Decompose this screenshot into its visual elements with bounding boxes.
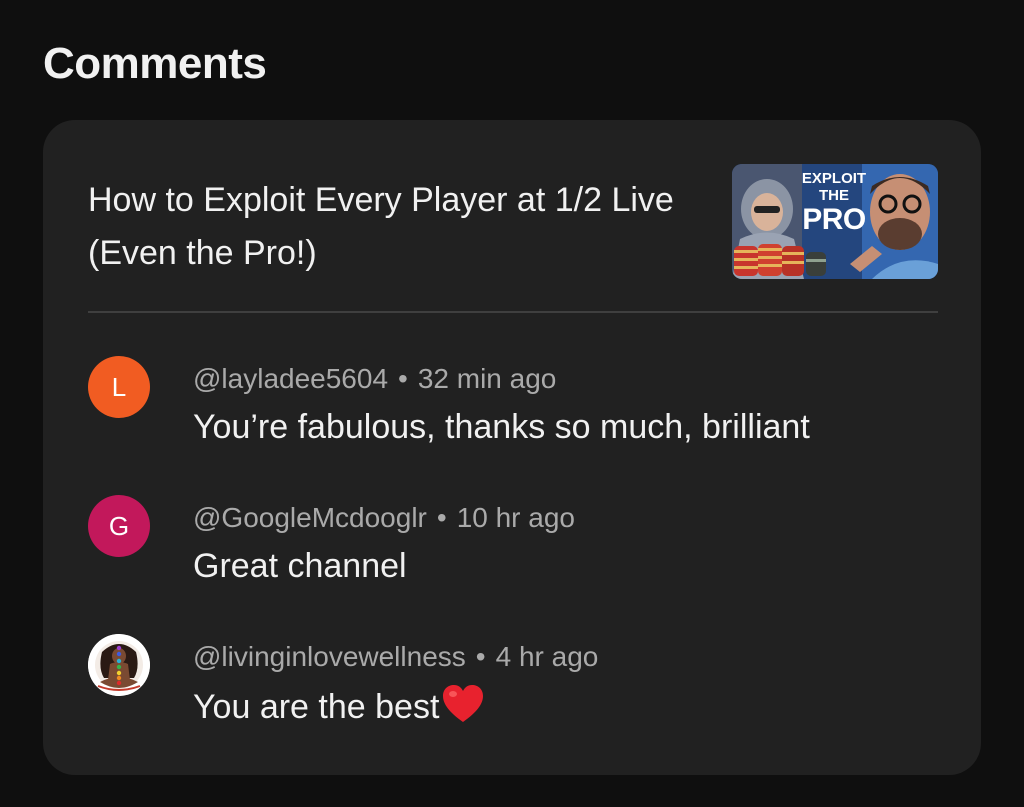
comment-meta: @livinginlovewellness • 4 hr ago <box>193 640 598 674</box>
comment-time: 32 min ago <box>417 363 557 394</box>
meditation-avatar-image <box>88 634 150 696</box>
thumbnail-line3: PRO <box>802 203 866 236</box>
divider <box>88 311 938 313</box>
video-thumbnail[interactable]: EXPLOIT THE PRO <box>732 164 938 279</box>
comment-item[interactable]: @livinginlovewellness • 4 hr ago You are t… <box>88 634 938 734</box>
comment-item[interactable]: G @GoogleMcdooglr • 10 hr ago Great channe… <box>88 495 938 595</box>
meta-separator: • <box>436 502 447 533</box>
thumbnail-line2: THE <box>819 187 849 204</box>
comment-text: You are the best <box>193 688 440 726</box>
comment-time: 4 hr ago <box>495 641 599 672</box>
comment-meta: @GoogleMcdooglr • 10 hr ago <box>193 501 575 535</box>
heart-icon <box>441 684 485 734</box>
comment-text: You’re fabulous, thanks so much, brillia… <box>193 408 810 446</box>
comment-meta: @layladee5604 • 32 min ago <box>193 362 556 396</box>
thumbnail-caption: EXPLOIT THE PRO <box>794 170 874 236</box>
comment-time: 10 hr ago <box>456 502 576 533</box>
meta-separator: • <box>475 641 486 672</box>
comment-author[interactable]: @layladee5604 <box>193 363 388 394</box>
comment-author[interactable]: @livinginlovewellness <box>193 641 466 672</box>
avatar[interactable]: L <box>88 356 150 418</box>
comment-item[interactable]: L @layladee5604 • 32 min ago You’re fabulo… <box>88 356 938 456</box>
comment-author[interactable]: @GoogleMcdooglr <box>193 502 427 533</box>
comments-card: How to Exploit Every Player at 1/2 Live … <box>43 120 981 775</box>
video-header[interactable]: How to Exploit Every Player at 1/2 Live … <box>88 164 938 280</box>
page-title: Comments <box>43 39 267 88</box>
thumbnail-line1: EXPLOIT <box>801 170 867 187</box>
avatar[interactable]: G <box>88 495 150 557</box>
comment-text: Great channel <box>193 547 407 585</box>
meta-separator: • <box>398 363 408 394</box>
video-title[interactable]: How to Exploit Every Player at 1/2 Live … <box>88 174 688 280</box>
avatar[interactable] <box>88 634 150 696</box>
comment-text-container: You are the best <box>193 684 485 734</box>
